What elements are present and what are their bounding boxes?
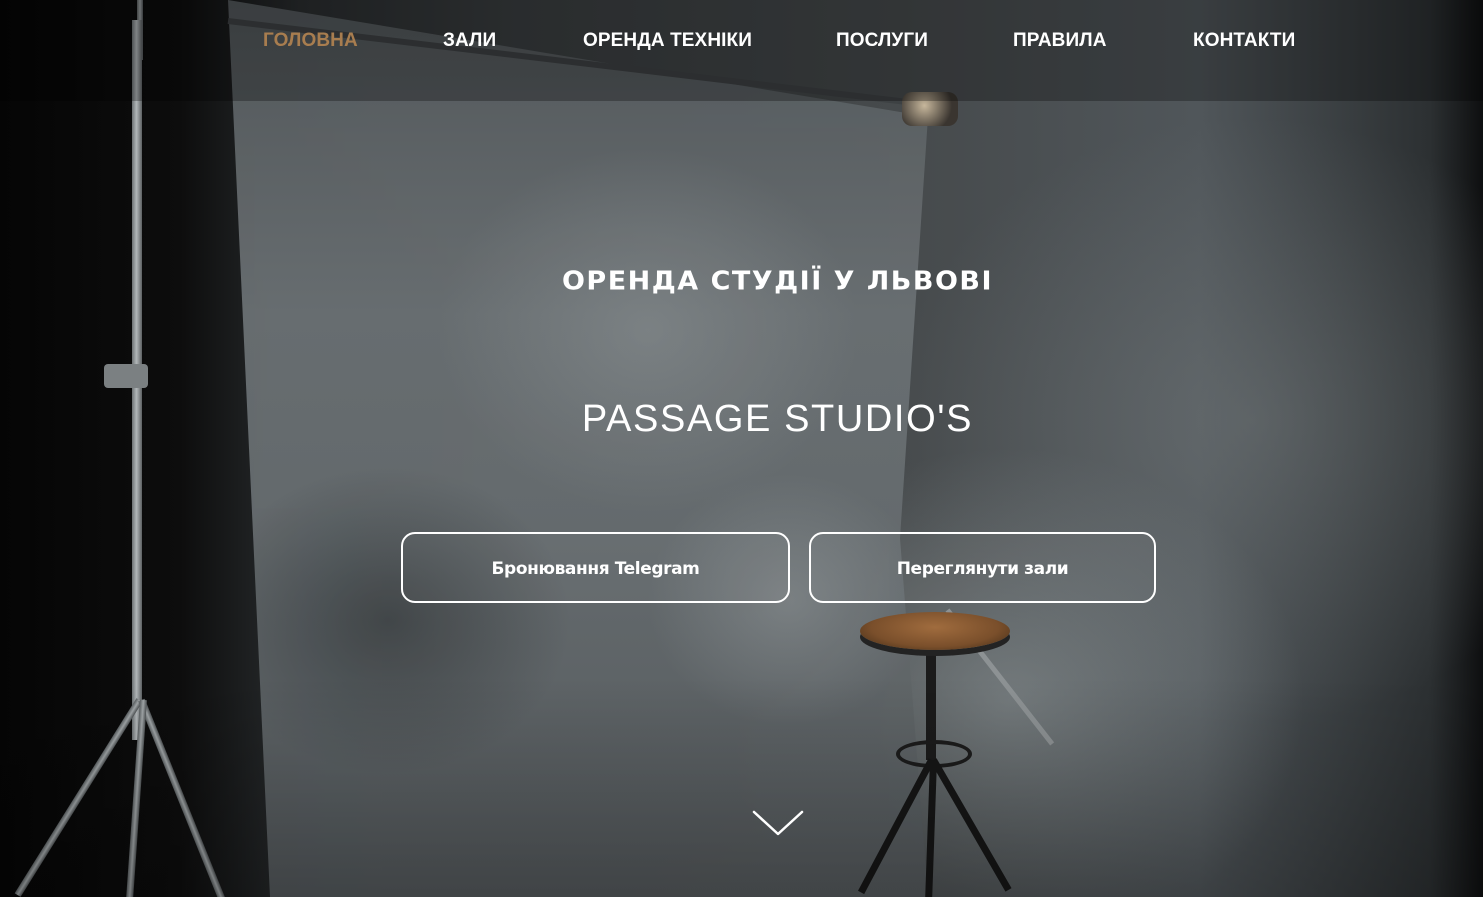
nav-item-home[interactable]: ГОЛОВНА <box>263 30 358 52</box>
floor-shadow <box>0 677 1483 897</box>
nav-item-equipment-rental[interactable]: ОРЕНДА ТЕХНІКИ <box>583 30 752 52</box>
main-navigation: ГОЛОВНА ЗАЛИ ОРЕНДА ТЕХНІКИ ПОСЛУГИ ПРАВ… <box>0 0 1483 101</box>
hero-subtitle: ОРЕНДА СТУДІЇ У ЛЬВОВІ <box>561 266 994 297</box>
nav-item-contacts[interactable]: КОНТАКТИ <box>1193 30 1295 52</box>
book-telegram-button[interactable]: Бронювання Telegram <box>401 532 790 603</box>
light-stand-knob <box>104 364 148 388</box>
view-halls-button[interactable]: Переглянути зали <box>809 532 1156 603</box>
nav-item-rules[interactable]: ПРАВИЛА <box>1013 30 1107 52</box>
nav-item-halls[interactable]: ЗАЛИ <box>443 30 496 52</box>
hero-background-photo <box>0 0 1483 897</box>
chevron-down-icon[interactable] <box>752 808 804 838</box>
nav-item-services[interactable]: ПОСЛУГИ <box>836 30 928 52</box>
stool-seat <box>860 612 1010 650</box>
page: ГОЛОВНА ЗАЛИ ОРЕНДА ТЕХНІКИ ПОСЛУГИ ПРАВ… <box>0 0 1483 897</box>
hero-title: PASSAGE STUDIO'S <box>581 398 974 440</box>
